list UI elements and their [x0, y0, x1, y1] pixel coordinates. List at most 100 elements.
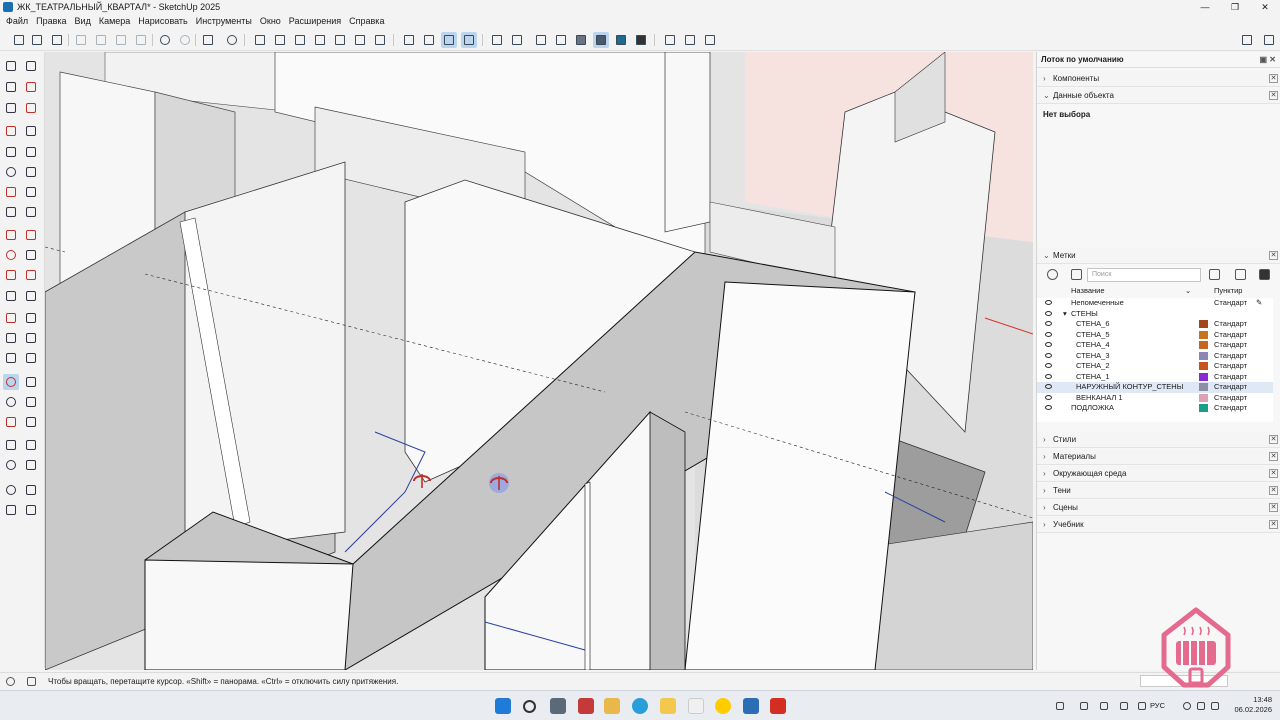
tag-row[interactable]: ▾ СТЕНЫ [1037, 309, 1273, 320]
panel-components[interactable]: › Компоненты ✕ [1037, 71, 1280, 87]
copy-icon[interactable] [93, 32, 109, 48]
geo-location-icon[interactable] [6, 676, 15, 686]
circle-tool-icon[interactable] [3, 164, 19, 180]
walk-tool-icon[interactable] [23, 437, 39, 453]
visibility-eye-icon[interactable] [1045, 342, 1052, 347]
xray-icon[interactable] [489, 32, 505, 48]
axes-tool-icon[interactable] [23, 310, 39, 326]
tag-tool-icon[interactable] [3, 100, 19, 116]
drape-icon[interactable] [23, 502, 39, 518]
position-camera-icon[interactable] [3, 437, 19, 453]
3d-text-icon[interactable] [23, 330, 39, 346]
tag-row[interactable]: Непомеченные Стандарт ✎ [1037, 298, 1273, 309]
menu-edit[interactable]: Правка [36, 16, 66, 26]
menu-help[interactable]: Справка [349, 16, 384, 26]
panel-tags[interactable]: ⌄ Метки ✕ [1037, 248, 1280, 264]
redo-icon[interactable] [177, 32, 193, 48]
zoom-tool-icon[interactable] [3, 394, 19, 410]
layout-icon[interactable] [1239, 32, 1255, 48]
tag-dash[interactable]: Стандарт [1214, 298, 1247, 309]
eraser-icon[interactable] [23, 100, 39, 116]
tag-row[interactable]: ПОДЛОЖКА Стандарт [1037, 403, 1273, 414]
wireframe-icon[interactable] [533, 32, 549, 48]
bottom-view-icon[interactable] [372, 32, 388, 48]
tray-toggle-icon[interactable] [1261, 32, 1277, 48]
model-viewport[interactable] [45, 52, 1033, 670]
wifi-icon[interactable] [1183, 702, 1191, 710]
close-icon[interactable]: ✕ [1269, 251, 1278, 260]
protractor-icon[interactable] [23, 288, 39, 304]
tag-color-swatch[interactable] [1199, 320, 1208, 328]
minimize-icon[interactable]: — [1190, 0, 1220, 14]
rotated-rectangle-icon[interactable] [23, 144, 39, 160]
right-view-icon[interactable] [312, 32, 328, 48]
tag-dash[interactable]: Стандарт [1214, 340, 1247, 351]
visibility-eye-icon[interactable] [1045, 331, 1052, 337]
add-tag-folder-icon[interactable] [1071, 269, 1082, 280]
panel-environment[interactable]: › Окружающая среда ✕ [1037, 466, 1280, 482]
pencil-icon[interactable]: ✎ [1256, 298, 1262, 309]
section-plane-icon[interactable] [401, 32, 417, 48]
windows-start-icon[interactable] [495, 698, 511, 714]
print-icon[interactable] [200, 32, 216, 48]
close-icon[interactable]: ✕ [1269, 435, 1278, 444]
tag-color-swatch[interactable] [1199, 330, 1208, 339]
tag-color-swatch[interactable] [1199, 351, 1208, 360]
panel-entity-info[interactable]: ⌄ Данные объекта ✕ [1037, 88, 1280, 104]
tag-dash[interactable]: Стандарт [1214, 382, 1247, 393]
maximize-icon[interactable]: ❐ [1220, 0, 1250, 14]
sandbox-tool-icon[interactable] [23, 457, 39, 473]
keyboard-language[interactable]: РУС [1150, 701, 1165, 710]
tags-search-input[interactable]: Поиск [1087, 268, 1201, 282]
antivirus-icon[interactable] [1080, 702, 1088, 710]
back-view-icon[interactable] [332, 32, 348, 48]
tag-color-swatch[interactable] [1199, 362, 1208, 370]
visibility-eye-icon[interactable] [1045, 373, 1052, 379]
display-section-cuts-icon[interactable] [461, 32, 477, 48]
tag-row[interactable]: СТЕНА_5 Стандарт [1037, 330, 1273, 341]
rectangle-tool-icon[interactable] [3, 144, 19, 160]
add-location-icon[interactable] [662, 32, 678, 48]
close-icon[interactable]: ✕ [1269, 486, 1278, 495]
file-explorer-icon[interactable] [604, 698, 620, 714]
close-icon[interactable]: ✕ [1269, 520, 1278, 529]
two-point-arc-icon[interactable] [23, 184, 39, 200]
undo-icon[interactable] [157, 32, 173, 48]
scale-tool-icon[interactable] [3, 267, 19, 283]
notes-icon[interactable] [660, 698, 676, 714]
tag-dash[interactable]: Стандарт [1214, 330, 1247, 341]
folder-expand-icon[interactable]: ▾ [1063, 309, 1067, 320]
extension-warehouse-icon[interactable] [702, 32, 718, 48]
rotate-tool-icon[interactable] [3, 247, 19, 263]
panel-instructor[interactable]: › Учебник ✕ [1037, 517, 1280, 533]
pie-tool-icon[interactable] [23, 204, 39, 220]
push-pull-icon[interactable] [23, 227, 39, 243]
bluetooth-icon[interactable] [1100, 702, 1108, 710]
label-tool-icon[interactable] [23, 350, 39, 366]
visibility-eye-icon[interactable] [1045, 384, 1052, 389]
visibility-eye-icon[interactable] [1045, 394, 1052, 400]
zoom-window-icon[interactable] [23, 394, 39, 410]
sketchup-icon[interactable] [743, 698, 759, 714]
visibility-eye-icon[interactable] [1045, 363, 1052, 368]
details-arrow-icon[interactable] [1259, 269, 1270, 280]
yandex-browser-icon[interactable] [715, 698, 731, 714]
display-section-planes-icon[interactable] [441, 32, 457, 48]
tag-color-swatch[interactable] [1199, 372, 1208, 381]
tag-row[interactable]: НАРУЖНЫЙ КОНТУР_СТЕНЫ Стандарт [1037, 382, 1273, 393]
column-dash[interactable]: Пунктир [1214, 286, 1242, 295]
chevron-up-icon[interactable] [1138, 702, 1146, 710]
select-tool-icon[interactable] [3, 58, 19, 74]
three-point-arc-icon[interactable] [3, 204, 19, 220]
battery-icon[interactable] [1211, 702, 1219, 710]
back-edges-icon[interactable] [509, 32, 525, 48]
close-icon[interactable]: ✕ [1269, 452, 1278, 461]
freehand-tool-icon[interactable] [23, 123, 39, 139]
arc-tool-icon[interactable] [3, 184, 19, 200]
tag-row[interactable]: СТЕНА_4 Стандарт [1037, 340, 1273, 351]
shaded-icon[interactable] [573, 32, 589, 48]
new-file-icon[interactable] [11, 32, 27, 48]
tape-measure-icon[interactable] [3, 288, 19, 304]
offset-tool-icon[interactable] [23, 267, 39, 283]
tag-row[interactable]: СТЕНА_3 Стандарт [1037, 351, 1273, 362]
